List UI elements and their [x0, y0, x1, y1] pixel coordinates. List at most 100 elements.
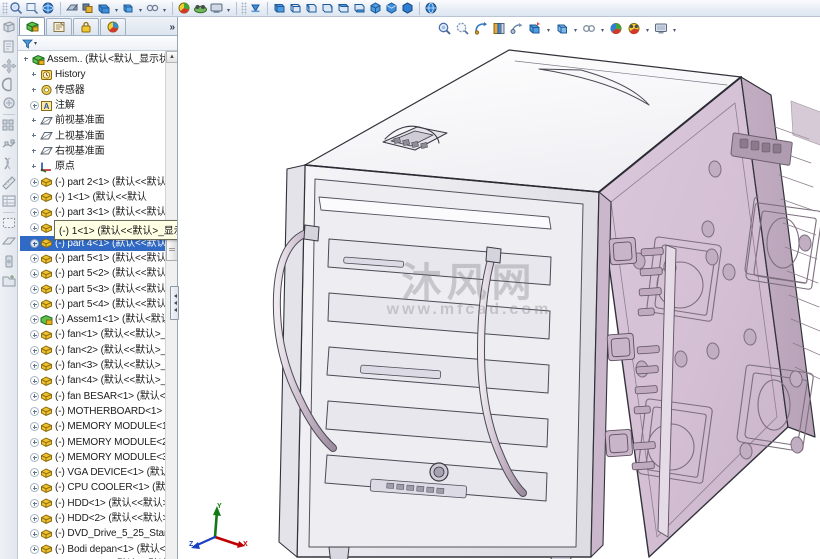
tree-item[interactable]: (-) HDD<1> (默认<<默认>: [20, 496, 177, 511]
panel-splitter[interactable]: [170, 286, 179, 320]
tree-item[interactable]: 上视基准面: [20, 128, 177, 143]
bottom-view-icon[interactable]: [352, 1, 367, 15]
tree-item[interactable]: (-) VGA DEVICE<1> (默认: [20, 465, 177, 480]
chevron-down-icon[interactable]: ▾: [671, 21, 678, 35]
graphics-viewport[interactable]: ▾ ▾ ▾ ▾ ▾ 沐风网 www.mfcad.com X Y Z: [179, 17, 820, 559]
expand-plus-icon[interactable]: [30, 177, 39, 187]
tree-item[interactable]: (-) fan<2> (默认<<默认>_: [20, 343, 177, 358]
tree-item[interactable]: (-) fan<1> (默认<<默认>_: [20, 327, 177, 342]
section-view-icon[interactable]: [65, 1, 80, 15]
tree-item[interactable]: (-) part 5<1> (默认<<默认: [20, 251, 177, 266]
chevron-down-icon[interactable]: ▾: [599, 21, 606, 35]
smart-fasteners-icon[interactable]: [1, 95, 17, 112]
hide-show-items-icon[interactable]: [554, 21, 570, 36]
chevron-down-icon[interactable]: ▾: [113, 1, 120, 15]
left-view-icon[interactable]: [304, 1, 319, 15]
expand-plus-icon[interactable]: [30, 361, 39, 371]
tree-item[interactable]: (-) 1<1> (默认<<默认: [20, 190, 177, 205]
right-view-icon[interactable]: [320, 1, 335, 15]
edit-appearance-icon[interactable]: [608, 21, 624, 36]
top-view-icon[interactable]: [336, 1, 351, 15]
tree-item[interactable]: (-) part 5<2> (默认<<默认: [20, 266, 177, 281]
view-settings-icon[interactable]: [653, 21, 669, 36]
expand-plus-icon[interactable]: [30, 345, 39, 355]
assembly-features-icon[interactable]: [1, 19, 17, 36]
tree-item[interactable]: (-) CPU COOLER<1> (默认: [20, 480, 177, 495]
configuration-manager-tab[interactable]: [73, 18, 99, 35]
mate-icon[interactable]: [1, 76, 17, 93]
tree-item[interactable]: (-) DVD_Drive_5_25_Stand: [20, 526, 177, 541]
tree-item[interactable]: (-) MEMORY MODULE<2: [20, 434, 177, 449]
scrollbar-thumb[interactable]: [166, 237, 177, 261]
display-style-icon[interactable]: [527, 21, 543, 36]
rotate-globe-icon[interactable]: [424, 1, 439, 15]
tree-item[interactable]: (-) HDD<2> (默认<<默认>: [20, 511, 177, 526]
hide-show-items-icon[interactable]: [97, 1, 112, 15]
expand-plus-icon[interactable]: [30, 406, 39, 416]
computer-case-model[interactable]: [179, 17, 820, 559]
tree-item[interactable]: (-) part 5<3> (默认<<默认: [20, 281, 177, 296]
hide-show-components-icon[interactable]: [145, 1, 160, 15]
tree-item[interactable]: (-) part 5<4> (默认<<默认: [20, 297, 177, 312]
chevron-down-icon[interactable]: ▾: [161, 1, 168, 15]
expand-plus-icon[interactable]: [30, 483, 39, 493]
apply-scene-icon[interactable]: [626, 21, 642, 36]
dimetric-view-icon[interactable]: [400, 1, 415, 15]
expand-plus-icon[interactable]: [30, 514, 39, 524]
expand-plus-icon[interactable]: [30, 223, 39, 233]
display-manager-tab[interactable]: [100, 18, 126, 35]
section-view-icon[interactable]: [491, 21, 507, 36]
normal-to-icon[interactable]: [248, 1, 263, 15]
tree-item[interactable]: 右视基准面: [20, 144, 177, 159]
apply-scene-icon[interactable]: [193, 1, 208, 15]
tree-item[interactable]: 传感器: [20, 83, 177, 98]
toolbar-grip[interactable]: [2, 1, 8, 15]
filter-dropdown-chevron-icon[interactable]: ▾: [34, 40, 37, 47]
tree-item[interactable]: (-) fan<3> (默认<<默认>_: [20, 358, 177, 373]
tree-item[interactable]: 原点: [20, 159, 177, 174]
view-orientation-icon[interactable]: [509, 21, 525, 36]
tree-item[interactable]: (-) fan<4> (默认<<默认>_: [20, 373, 177, 388]
chevron-down-icon[interactable]: ▾: [225, 1, 232, 15]
expand-plus-icon[interactable]: [30, 315, 39, 325]
tree-item[interactable]: (-) MOTHERBOARD<1> (: [20, 404, 177, 419]
expand-plus-icon[interactable]: [30, 391, 39, 401]
expand-plus-icon[interactable]: [30, 330, 39, 340]
tabs-overflow-chevron-icon[interactable]: »: [169, 22, 174, 33]
view-settings-icon[interactable]: [209, 1, 224, 15]
insert-components-icon[interactable]: [1, 272, 17, 289]
expand-plus-icon[interactable]: [30, 498, 39, 508]
new-part-icon[interactable]: [1, 38, 17, 55]
feature-tree-container[interactable]: Assem.. (默认<默认_显示状态 History 传感器 A 注解 前视基准面 上视基…: [18, 51, 177, 559]
reference-geometry-icon[interactable]: [1, 234, 17, 251]
bom-icon[interactable]: [1, 193, 17, 210]
measure-icon[interactable]: [1, 174, 17, 191]
expand-plus-icon[interactable]: [30, 101, 39, 111]
expand-plus-icon[interactable]: [30, 192, 39, 202]
tree-item[interactable]: History: [20, 67, 177, 82]
expand-plus-icon[interactable]: [30, 468, 39, 478]
toolbar-grip[interactable]: [241, 1, 247, 15]
expand-plus-icon[interactable]: [30, 284, 39, 294]
tree-item[interactable]: (-) fan BESAR<1> (默认<: [20, 389, 177, 404]
tree-item[interactable]: A 注解: [20, 98, 177, 113]
expand-plus-icon[interactable]: [30, 544, 39, 554]
tree-item[interactable]: (-) MEMORY MODULE<1: [20, 419, 177, 434]
expand-plus-icon[interactable]: [30, 422, 39, 432]
zoom-to-fit-icon[interactable]: [9, 1, 24, 15]
instant3d-icon[interactable]: [1, 253, 17, 270]
linear-pattern-icon[interactable]: [1, 117, 17, 134]
interference-detection-icon[interactable]: [1, 155, 17, 172]
tree-item[interactable]: 前视基准面: [20, 113, 177, 128]
expand-plus-icon[interactable]: [30, 529, 39, 539]
tree-item[interactable]: (-) part 3<1> (默认<<默认: [20, 205, 177, 220]
tree-item[interactable]: (-) Bodi depan<1> (默认<: [20, 542, 177, 557]
back-view-icon[interactable]: [288, 1, 303, 15]
zoom-to-fit-icon[interactable]: [437, 21, 453, 36]
expand-plus-icon[interactable]: [30, 208, 39, 218]
tree-item[interactable]: (-) Assem1<1> (默认<默认: [20, 312, 177, 327]
exploded-view-icon[interactable]: [1, 136, 17, 153]
scroll-up-button[interactable]: ▲: [166, 51, 177, 63]
display-style-icon[interactable]: [81, 1, 96, 15]
property-manager-tab[interactable]: [46, 18, 72, 35]
